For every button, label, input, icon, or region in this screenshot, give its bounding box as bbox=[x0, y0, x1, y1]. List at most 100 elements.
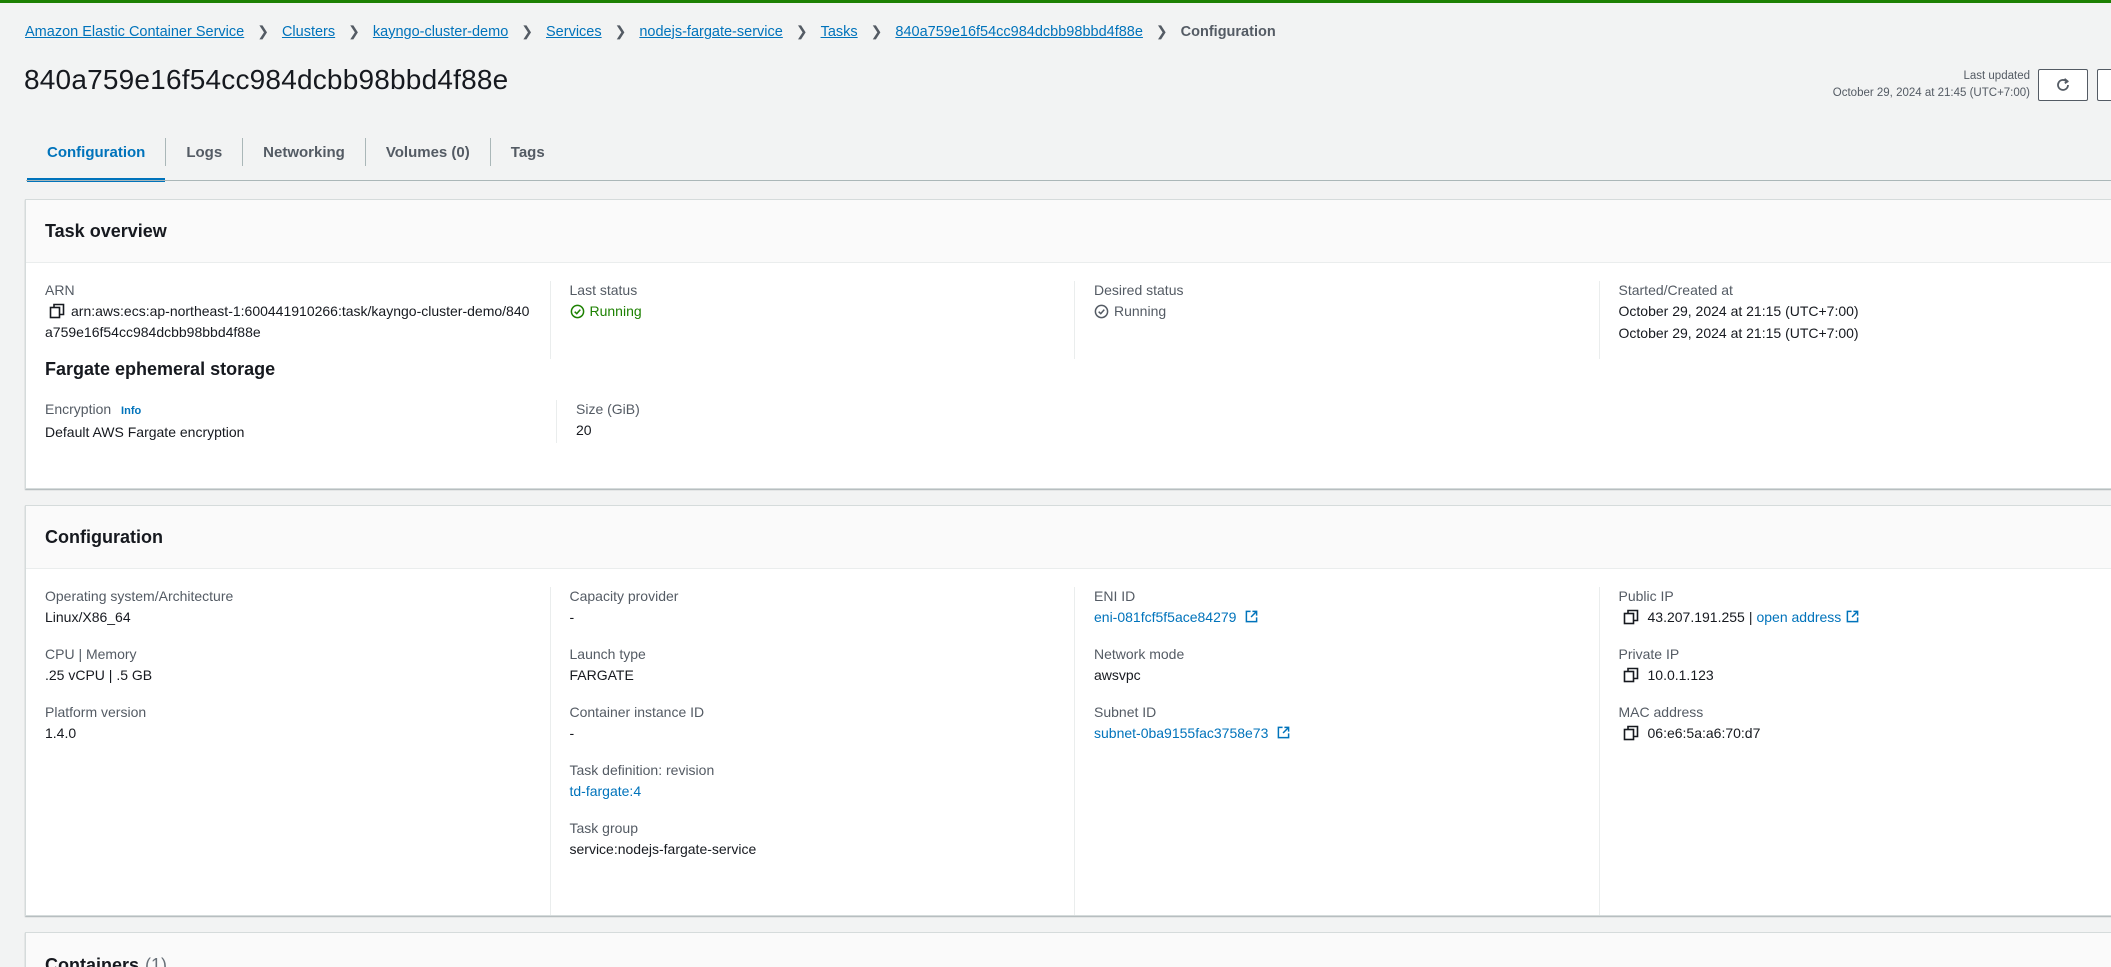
started-value: October 29, 2024 at 21:15 (UTC+7:00) bbox=[1618, 303, 1859, 319]
last-updated-label: Last updated bbox=[1963, 70, 2030, 82]
copy-icon[interactable] bbox=[1623, 667, 1639, 683]
taskgroup-value: service:nodejs-fargate-service bbox=[569, 841, 757, 857]
capacity-field: Capacity provider - bbox=[570, 587, 1063, 628]
external-link-icon bbox=[1846, 610, 1859, 623]
container-instance-field: Container instance ID - bbox=[570, 703, 1063, 744]
arn-value-line1: arn:aws:ecs:ap-northeast-1:600441910266:… bbox=[71, 303, 530, 319]
configuration-title: Configuration bbox=[45, 526, 163, 547]
public-ip-field: Public IP 43.207.191.255 | open address bbox=[1619, 587, 2111, 628]
configuration-columns: Operating system/Architecture Linux/X86_… bbox=[26, 569, 2111, 915]
encryption-label-row: Encryption Info bbox=[45, 400, 544, 421]
open-address-link[interactable]: open address bbox=[1756, 606, 1841, 628]
mac-value: 06:e6:5a:a6:70:d7 bbox=[1647, 725, 1761, 741]
containers-title-text: Containers bbox=[45, 955, 140, 967]
last-status-value: Running bbox=[570, 300, 1063, 322]
chevron-right-icon: ❯ bbox=[348, 23, 360, 39]
arn-column: ARN arn:aws:ecs:ap-northeast-1:600441910… bbox=[26, 281, 551, 359]
breadcrumb-services[interactable]: Services bbox=[546, 24, 602, 40]
copy-icon[interactable] bbox=[1623, 609, 1639, 625]
private-ip-value: 10.0.1.123 bbox=[1647, 667, 1714, 683]
public-ip-label: Public IP bbox=[1618, 588, 1674, 604]
tab-networking[interactable]: Networking bbox=[243, 134, 365, 181]
arn-value-line2: a759e16f54cc984dcbb98bbd4f88e bbox=[45, 324, 261, 340]
started-label: Started/Created at bbox=[1618, 282, 1733, 298]
platform-label: Platform version bbox=[45, 704, 147, 720]
subnet-link-text[interactable]: subnet-0ba9155fac3758e73 bbox=[1094, 725, 1268, 741]
last-status-label: Last status bbox=[569, 282, 638, 298]
task-overview-title: Task overview bbox=[45, 220, 167, 241]
size-value: 20 bbox=[576, 422, 592, 438]
config-column-4: Public IP 43.207.191.255 | open address bbox=[1600, 587, 2111, 915]
tab-logs[interactable]: Logs bbox=[166, 134, 242, 181]
config-column-1: Operating system/Architecture Linux/X86_… bbox=[26, 587, 551, 915]
capacity-label: Capacity provider bbox=[569, 588, 679, 604]
taskgroup-field: Task group service:nodejs-fargate-servic… bbox=[570, 819, 1063, 860]
refresh-icon bbox=[2057, 78, 2069, 91]
last-status-text: Running bbox=[589, 303, 642, 319]
arn-label: ARN bbox=[45, 282, 75, 298]
tab-configuration[interactable]: Configuration bbox=[27, 134, 166, 182]
task-overview-columns: ARN arn:aws:ecs:ap-northeast-1:600441910… bbox=[26, 263, 2111, 359]
config-column-2: Capacity provider - Launch type FARGATE … bbox=[551, 587, 1075, 915]
desired-status-label: Desired status bbox=[1094, 282, 1184, 298]
subnet-label: Subnet ID bbox=[1094, 704, 1157, 720]
desired-status-value: Running bbox=[1094, 300, 1587, 322]
network-value: awsvpc bbox=[1094, 667, 1141, 683]
chevron-right-icon: ❯ bbox=[795, 23, 808, 39]
desired-status-column: Desired status Running bbox=[1075, 281, 1600, 359]
top-progress-bar bbox=[0, 0, 2111, 3]
last-updated-value: October 29, 2024 at 21:45 (UTC+7:00) bbox=[1832, 87, 2030, 99]
eni-label: ENI ID bbox=[1094, 588, 1136, 604]
breadcrumb-task[interactable]: 840a759e16f54cc984dcbb98bbd4f88e bbox=[895, 24, 1143, 40]
breadcrumb-service[interactable]: nodejs-fargate-service bbox=[639, 24, 782, 40]
external-link-icon bbox=[1277, 726, 1290, 739]
storage-columns: Encryption Info Default AWS Fargate encr… bbox=[26, 400, 2111, 443]
actions-button[interactable] bbox=[2097, 69, 2111, 101]
check-circle-icon bbox=[570, 304, 584, 318]
configuration-panel: Configuration Operating system/Architect… bbox=[25, 505, 2111, 916]
breadcrumb-cluster[interactable]: kayngo-cluster-demo bbox=[373, 24, 508, 40]
tab-tags[interactable]: Tags bbox=[491, 134, 565, 181]
external-link-icon bbox=[1245, 610, 1258, 623]
encryption-label: Encryption bbox=[45, 401, 112, 417]
copy-icon[interactable] bbox=[1623, 725, 1639, 741]
containers-count: (1) bbox=[145, 955, 168, 967]
breadcrumb-ecs[interactable]: Amazon Elastic Container Service bbox=[25, 24, 244, 40]
launch-label: Launch type bbox=[569, 646, 646, 662]
subnet-field: Subnet ID subnet-0ba9155fac3758e73 bbox=[1094, 703, 1587, 744]
last-status-column: Last status Running bbox=[551, 281, 1075, 359]
subnet-link[interactable]: subnet-0ba9155fac3758e73 bbox=[1094, 722, 1587, 744]
chevron-right-icon: ❯ bbox=[1155, 23, 1168, 39]
chevron-right-icon: ❯ bbox=[614, 23, 627, 39]
containers-title: Containers (1) bbox=[45, 955, 167, 967]
capacity-value: - bbox=[569, 609, 575, 625]
mac-label: MAC address bbox=[1618, 704, 1704, 720]
eni-link-text[interactable]: eni-081fcf5f5ace84279 bbox=[1094, 609, 1236, 625]
launch-value: FARGATE bbox=[569, 667, 634, 683]
os-field: Operating system/Architecture Linux/X86_… bbox=[45, 587, 538, 628]
public-ip-value: 43.207.191.255 bbox=[1647, 609, 1745, 625]
tab-list: Configuration Logs Networking Volumes (0… bbox=[27, 134, 2111, 182]
cpu-field: CPU | Memory .25 vCPU | .5 GB bbox=[45, 645, 538, 686]
copy-icon[interactable] bbox=[49, 303, 65, 319]
check-circle-outline-icon bbox=[1094, 304, 1109, 318]
eni-link[interactable]: eni-081fcf5f5ace84279 bbox=[1094, 606, 1587, 628]
refresh-button[interactable] bbox=[2038, 69, 2088, 101]
config-column-3: ENI ID eni-081fcf5f5ace84279 Network mod… bbox=[1075, 587, 1600, 915]
containers-panel: Containers (1) bbox=[25, 932, 2111, 967]
mac-row: 06:e6:5a:a6:70:d7 bbox=[1619, 722, 2111, 744]
size-label: Size (GiB) bbox=[576, 401, 640, 417]
chevron-right-icon: ❯ bbox=[257, 23, 269, 39]
breadcrumb-tasks[interactable]: Tasks bbox=[821, 24, 858, 40]
taskgroup-label: Task group bbox=[569, 820, 638, 836]
chevron-right-icon: ❯ bbox=[521, 23, 534, 39]
breadcrumb-clusters[interactable]: Clusters bbox=[282, 24, 335, 40]
taskdef-link[interactable]: td-fargate:4 bbox=[570, 780, 1063, 802]
last-updated: Last updated October 29, 2024 at 21:45 (… bbox=[1833, 68, 2030, 102]
encryption-info-link[interactable]: Info bbox=[121, 405, 141, 417]
configuration-header: Configuration bbox=[26, 506, 2111, 569]
container-instance-value: - bbox=[569, 725, 575, 741]
taskdef-field: Task definition: revision td-fargate:4 bbox=[570, 761, 1063, 802]
platform-value: 1.4.0 bbox=[45, 725, 77, 741]
tab-volumes[interactable]: Volumes (0) bbox=[366, 134, 490, 181]
